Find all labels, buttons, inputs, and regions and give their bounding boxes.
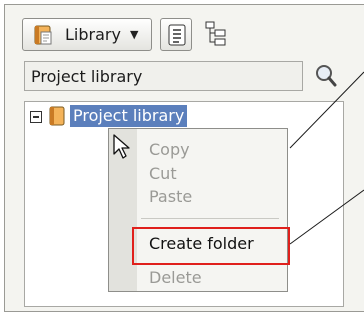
callout-line-create-folder (289, 189, 364, 245)
callout-lines (289, 71, 364, 245)
callout-line-menu (289, 71, 364, 149)
